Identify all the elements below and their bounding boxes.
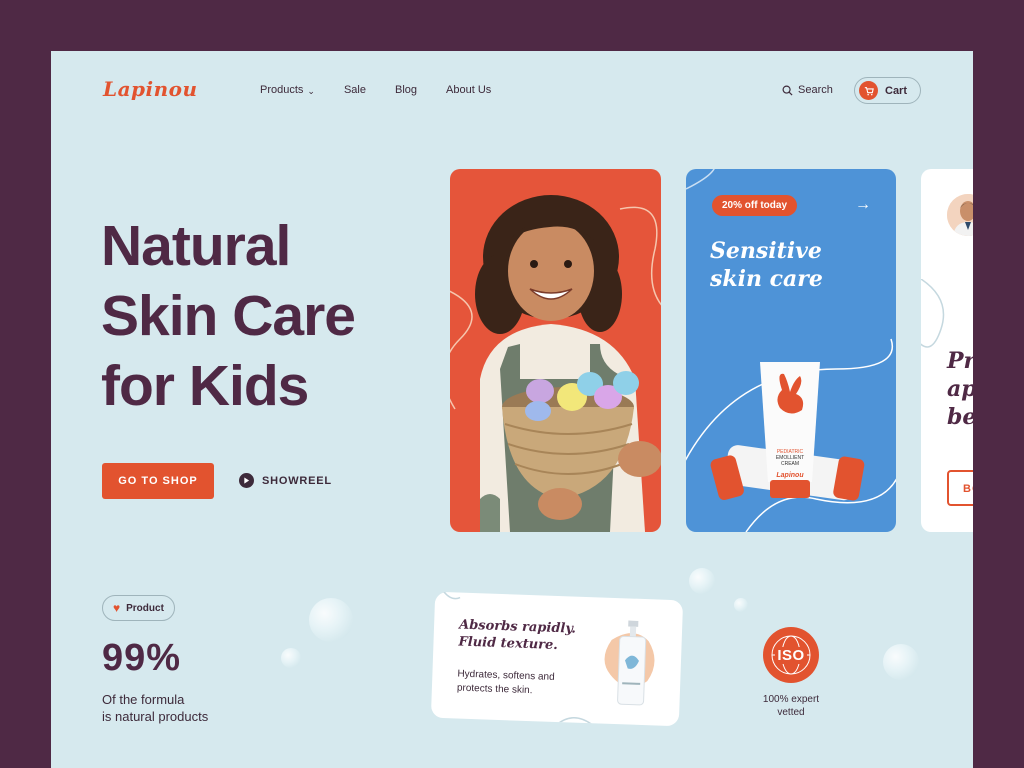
heart-icon: ♥ xyxy=(113,601,121,615)
feature-description: Hydrates, softens and protects the skin. xyxy=(457,668,573,700)
natural-percentage: 99% xyxy=(102,637,182,679)
brand-logo[interactable]: Lapinou xyxy=(103,77,198,101)
play-icon xyxy=(239,473,254,488)
nav-item-label: Sale xyxy=(343,84,366,96)
doctor-avatar xyxy=(947,194,973,236)
cart-icon xyxy=(859,81,878,100)
partial-card-expert[interactable]: Pr ap be BO xyxy=(921,169,973,532)
hero-title-line: Natural xyxy=(101,214,291,278)
iso-certification-icon: ISO xyxy=(763,627,819,683)
search-icon xyxy=(782,85,793,96)
hero-title: Natural Skin Care for Kids xyxy=(101,211,431,421)
nav-item-label: About Us xyxy=(446,84,492,96)
nav-item-blog[interactable]: Blog xyxy=(395,84,417,96)
showreel-label: SHOWREEL xyxy=(262,474,332,487)
nav-item-sale[interactable]: Sale xyxy=(344,84,366,96)
promo-title-line: skin care xyxy=(710,266,823,292)
stat-description: Of the formula is natural products xyxy=(102,691,208,725)
cream-tubes-image xyxy=(710,362,865,501)
main-nav: Products ⌄ Sale Blog About Us xyxy=(260,84,491,96)
kid-with-basket-image xyxy=(450,195,661,532)
nav-item-products[interactable]: Products ⌄ xyxy=(260,84,315,96)
showreel-button[interactable]: SHOWREEL xyxy=(239,473,332,488)
feature-title: Absorbs rapidly. Fluid texture. xyxy=(458,617,599,656)
hero-title-line: Skin Care xyxy=(101,284,356,348)
cart-button[interactable]: Cart xyxy=(854,77,921,104)
decorative-bubble xyxy=(883,644,919,680)
partial-card-title: Pr ap be xyxy=(947,347,973,431)
iso-description: 100% expert vetted xyxy=(751,693,831,719)
promo-title: Sensitive skin care xyxy=(710,237,870,293)
arrow-right-icon[interactable]: → xyxy=(855,196,871,214)
tube-label-line: EMOLLIENT CREAM xyxy=(775,455,805,467)
decorative-bubble xyxy=(734,598,748,612)
nav-item-label: Products xyxy=(260,84,304,96)
promo-card-sensitive-skin[interactable]: 20% off today → Sensitive skin care PEDI… xyxy=(686,169,896,532)
partial-title-line: Pr xyxy=(947,348,973,374)
feature-card: Absorbs rapidly. Fluid texture. Hydrates… xyxy=(430,591,684,727)
iso-description-line: vetted xyxy=(777,707,805,718)
hero-title-line: for Kids xyxy=(101,354,309,418)
partial-title-line: be xyxy=(947,404,973,430)
product-badge-label: Product xyxy=(126,602,164,614)
nav-item-label: Blog xyxy=(395,84,418,96)
lotion-bottle-image xyxy=(604,620,655,706)
chevron-down-icon: ⌄ xyxy=(307,85,315,96)
decorative-bubble xyxy=(309,598,353,642)
discount-badge: 20% off today xyxy=(712,195,798,216)
stat-description-line: is natural products xyxy=(102,709,209,724)
promo-title-line: Sensitive xyxy=(710,238,822,264)
partial-title-line: ap xyxy=(947,376,973,402)
decorative-bubble xyxy=(689,568,715,594)
iso-description-line: 100% expert xyxy=(762,694,820,705)
decorative-bubble xyxy=(281,648,301,668)
go-to-shop-button[interactable]: GO TO SHOP xyxy=(102,463,214,499)
page-frame: Lapinou Products ⌄ Sale Blog About Us Se… xyxy=(51,51,973,768)
nav-item-about[interactable]: About Us xyxy=(446,84,491,96)
iso-label: ISO xyxy=(775,646,807,664)
tube-brand: Lapinou xyxy=(776,472,804,479)
cart-label: Cart xyxy=(885,84,908,97)
search-button[interactable]: Search xyxy=(782,84,833,96)
product-badge: ♥ Product xyxy=(102,595,175,621)
search-label: Search xyxy=(798,84,833,96)
tube-label: PEDIATRIC EMOLLIENT CREAM Lapinou xyxy=(768,449,812,479)
partial-card-button[interactable]: BO xyxy=(947,470,973,506)
hero-photo-card xyxy=(450,169,661,532)
stat-description-line: Of the formula xyxy=(102,692,185,707)
